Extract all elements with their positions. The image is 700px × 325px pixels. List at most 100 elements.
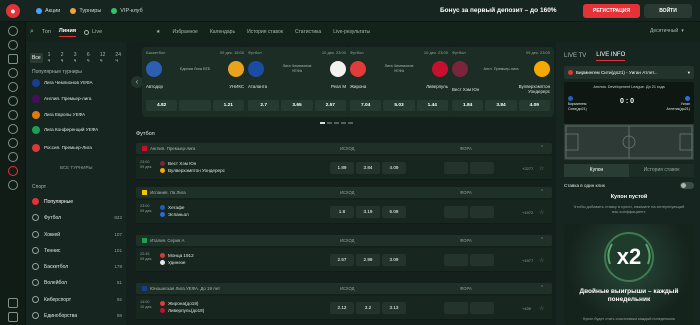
odd-button[interactable]: 4.09 xyxy=(382,162,406,174)
sport-item-popular[interactable]: Популярные xyxy=(32,198,122,205)
poker-icon[interactable] xyxy=(8,138,18,148)
dice-icon[interactable] xyxy=(8,110,18,120)
all-tournaments-link[interactable]: ВСЕ ТУРНИРЫ xyxy=(60,165,92,170)
handicap-button[interactable] xyxy=(470,254,494,266)
odd-button[interactable]: 3.09 xyxy=(382,254,406,266)
league-header[interactable]: Испания. Ла Лига ИСХОД ФОРА ⌃ xyxy=(136,187,552,198)
sport-item-volleyball[interactable]: Волейбол 51 xyxy=(32,279,122,286)
league-header[interactable]: Италия. Серия А ИСХОД ФОРА ⌃ xyxy=(136,235,552,246)
time-filter-12h[interactable]: 12 ч xyxy=(98,50,111,66)
tournament-item[interactable]: Лига Европы УЕФА xyxy=(32,111,122,119)
more-markets-link[interactable]: +1977 xyxy=(522,258,533,263)
carousel-dot[interactable] xyxy=(348,122,353,124)
register-button[interactable]: РЕГИСТРАЦИЯ xyxy=(583,4,640,18)
tournament-item[interactable]: Лига Конференций УЕФА xyxy=(32,126,122,134)
rocket-icon[interactable] xyxy=(8,68,18,78)
live-icon[interactable] xyxy=(8,54,18,64)
odd-button[interactable]: 3.84 xyxy=(356,162,380,174)
time-filter-6h[interactable]: 6 ч xyxy=(85,50,95,66)
slots-icon[interactable] xyxy=(8,96,18,106)
tab-top[interactable]: Топ xyxy=(42,29,51,35)
tab-live-info[interactable]: LIVE INFO xyxy=(596,52,626,61)
handicap-button[interactable] xyxy=(470,206,494,218)
tournament-item[interactable]: Россия. Премьер-Лига xyxy=(32,144,122,152)
link-calendar[interactable]: Календарь xyxy=(210,29,235,35)
cards-icon[interactable] xyxy=(8,82,18,92)
handicap-button[interactable] xyxy=(444,254,468,266)
handicap-button[interactable] xyxy=(444,162,468,174)
odd-button[interactable]: 6.08 xyxy=(382,206,406,218)
more-markets-link[interactable]: +2277 xyxy=(522,166,533,171)
odd-button[interactable]: 4.82 xyxy=(146,100,178,111)
featured-card[interactable]: Футбол 10 дек. 23:00 Лига Чемпионов УЕФА … xyxy=(346,47,452,117)
odd-button[interactable]: 3.13 xyxy=(382,302,406,314)
settings-icon[interactable] xyxy=(8,312,18,322)
casino-icon[interactable] xyxy=(8,152,18,162)
link-live-results[interactable]: Live-результаты xyxy=(333,29,370,35)
search-icon[interactable]: ⌕ xyxy=(30,28,34,36)
chevron-up-icon[interactable]: ⌃ xyxy=(540,189,544,195)
lottery-icon[interactable] xyxy=(8,180,18,190)
odd-button[interactable]: 2.12 xyxy=(330,302,354,314)
chevron-up-icon[interactable]: ⌃ xyxy=(540,145,544,151)
tournament-item[interactable]: Англия. Премьер-лига xyxy=(32,95,122,103)
link-statistics[interactable]: Статистика xyxy=(295,29,321,35)
sport-item-basketball[interactable]: Баскетбол 178 xyxy=(32,263,122,270)
sport-item-esports[interactable]: Киберспорт 92 xyxy=(32,296,122,303)
odd-button[interactable]: 3.65 xyxy=(281,100,313,111)
odd-button[interactable]: 4.09 xyxy=(518,100,550,111)
more-markets-link[interactable]: +439 xyxy=(522,306,531,311)
odd-button[interactable]: 2.7 xyxy=(248,100,280,111)
odd-button[interactable]: 1.84 xyxy=(452,100,484,111)
favorite-star-icon[interactable]: ☆ xyxy=(539,165,544,172)
carousel-dot[interactable] xyxy=(320,122,325,124)
handicap-button[interactable] xyxy=(444,206,468,218)
sport-item-hockey[interactable]: Хоккей 107 xyxy=(32,231,122,238)
odd-button[interactable] xyxy=(179,100,211,111)
carousel-dot[interactable] xyxy=(341,122,346,124)
football-icon[interactable] xyxy=(8,40,18,50)
event-row[interactable]: 22:45 09 дек. Монца 1912 Удинезе 2.57 2.9… xyxy=(136,248,552,272)
one-click-toggle[interactable] xyxy=(680,182,694,189)
event-row[interactable]: 23:00 09 дек. Вест Хэм Юн Вулверхэмптон У… xyxy=(136,156,552,180)
odd-button[interactable]: 7.04 xyxy=(350,100,382,111)
odds-format-select[interactable]: Десятичный ▾ xyxy=(650,28,684,34)
handicap-button[interactable] xyxy=(444,302,468,314)
odd-button[interactable]: 1.21 xyxy=(212,100,244,111)
handicap-button[interactable] xyxy=(470,162,494,174)
nav-vip[interactable]: VIP-клуб xyxy=(111,8,143,14)
event-row[interactable]: 23:00 09 дек. Хетафе Эспаньол 1.8 3.19 6.… xyxy=(136,200,552,224)
sports-icon[interactable] xyxy=(8,166,18,176)
favorite-star-icon[interactable]: ☆ xyxy=(539,209,544,216)
league-header[interactable]: Англия. Премьер-лига ИСХОД ФОРА ⌃ xyxy=(136,143,552,154)
nav-tournaments[interactable]: Турниры xyxy=(70,8,101,14)
featured-card[interactable]: Баскетбол 09 дек. 15:00 Единая Лига ВТБ А… xyxy=(142,47,248,117)
time-filter-3h[interactable]: 3 ч xyxy=(72,50,82,66)
odd-button[interactable]: 2.99 xyxy=(356,254,380,266)
odd-button[interactable]: 3.19 xyxy=(356,206,380,218)
brand-logo[interactable]: ● xyxy=(6,4,20,18)
login-button[interactable]: ВОЙТИ xyxy=(644,4,692,18)
featured-card[interactable]: Футбол 09 дек. 23:00 Англ. Премьер-лига В… xyxy=(448,47,554,117)
link-bet-history[interactable]: История ставок xyxy=(247,29,283,35)
time-filter-all[interactable]: Все xyxy=(30,53,43,63)
carousel-dot[interactable] xyxy=(334,122,339,124)
esports-icon[interactable] xyxy=(8,124,18,134)
chat-icon[interactable] xyxy=(8,298,18,308)
tab-coupon[interactable]: Купон xyxy=(564,164,629,177)
odd-button[interactable]: 1.44 xyxy=(416,100,448,111)
promo-banner[interactable]: x2 Двойные выигрыши – каждый понедельник… xyxy=(564,224,694,325)
favorite-star-icon[interactable]: ☆ xyxy=(539,257,544,264)
link-favorites[interactable]: Избранное xyxy=(172,29,197,35)
odd-button[interactable]: 1.8 xyxy=(330,206,354,218)
tab-live[interactable]: Live xyxy=(84,29,102,35)
sport-item-football[interactable]: Футбол 822 xyxy=(32,214,122,221)
time-filter-2h[interactable]: 2 ч xyxy=(59,50,69,66)
tab-live-tv[interactable]: LIVE TV xyxy=(564,53,586,61)
chevron-up-icon[interactable]: ⌃ xyxy=(540,237,544,243)
sport-item-combat[interactable]: Единоборства 59 xyxy=(32,312,122,319)
league-header[interactable]: Юношеская Лига УЕФА. До 19 лет ИСХОД ФОР… xyxy=(136,283,552,294)
carousel-dot[interactable] xyxy=(327,122,332,124)
favorite-star-icon[interactable]: ☆ xyxy=(539,305,544,312)
time-filter-24h[interactable]: 24 ч xyxy=(113,50,126,66)
